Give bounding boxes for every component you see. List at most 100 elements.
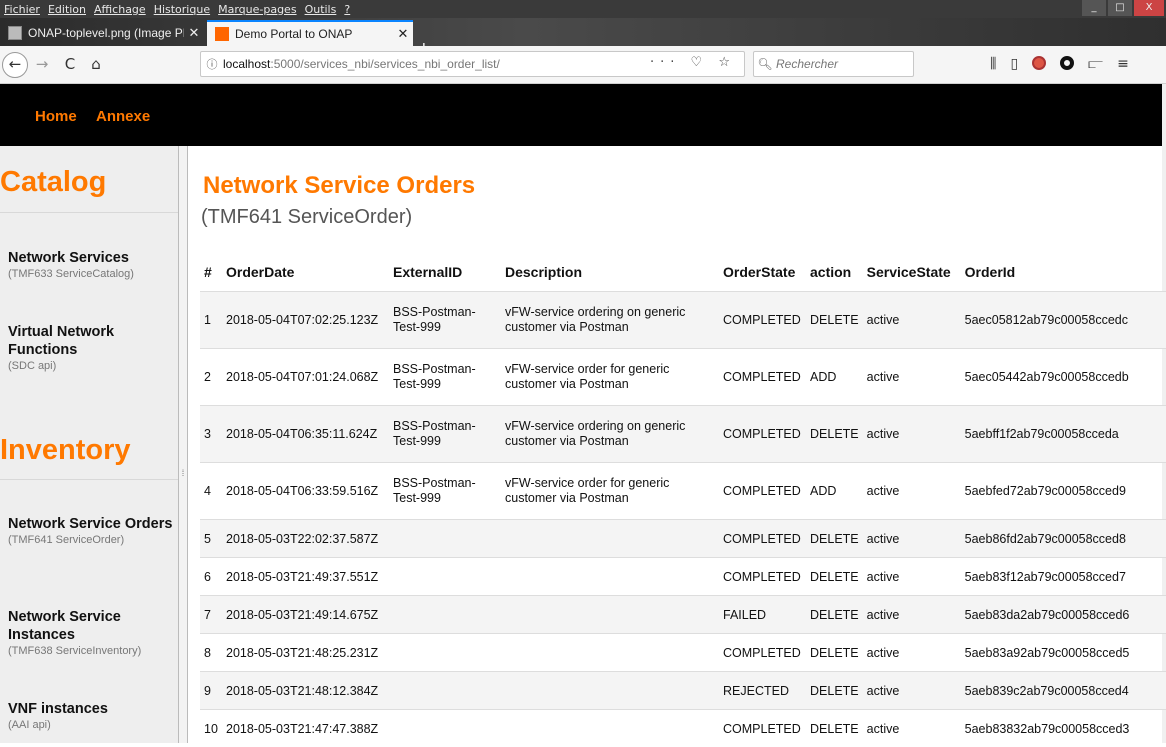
service-state-cell: active <box>863 710 961 747</box>
order-action-cell: ADD <box>806 463 863 520</box>
annexe-link[interactable]: Annexe <box>96 108 150 125</box>
menu-marque-pages[interactable]: Marque-pages <box>214 3 300 16</box>
description-cell <box>501 672 719 710</box>
order-id-cell: 5aeb83a92ab79c00058cced5 <box>961 634 1166 672</box>
service-state-cell: active <box>863 558 961 596</box>
row-number-cell: 3 <box>200 406 222 463</box>
menu-historique[interactable]: Historique <box>150 3 214 16</box>
page-actions-icons[interactable]: ··· ♡ ☆ <box>650 55 736 70</box>
table-row: 32018-05-04T06:35:11.624ZBSS-Postman-Tes… <box>200 406 1166 463</box>
navigation-bar: ← → C ⌂ ⓘ localhost:5000/services_nbi/se… <box>0 46 1166 84</box>
order-state-cell: FAILED <box>719 596 806 634</box>
table-row: 62018-05-03T21:49:37.551ZCOMPLETEDDELETE… <box>200 558 1166 596</box>
row-number-cell: 9 <box>200 672 222 710</box>
back-button[interactable]: ← <box>2 52 28 78</box>
reader-icon[interactable]: ⫍ <box>1088 56 1103 72</box>
minimize-button[interactable]: _ <box>1082 0 1106 16</box>
sidebar-splitter[interactable]: ⁞ <box>178 146 188 743</box>
order-date-cell: 2018-05-03T22:02:37.587Z <box>222 520 389 558</box>
menu-affichage[interactable]: Affichage <box>90 3 150 16</box>
menu-help[interactable]: ? <box>340 3 354 16</box>
order-state-cell: REJECTED <box>719 672 806 710</box>
service-state-cell: active <box>863 634 961 672</box>
divider <box>0 479 178 480</box>
forward-button[interactable]: → <box>32 52 52 76</box>
page-header: Home Annexe <box>0 84 1166 146</box>
order-id-cell: 5aeb86fd2ab79c00058cced8 <box>961 520 1166 558</box>
description-cell <box>501 634 719 672</box>
order-date-cell: 2018-05-03T21:49:37.551Z <box>222 558 389 596</box>
table-row: 102018-05-03T21:47:47.388ZCOMPLETEDDELET… <box>200 710 1166 747</box>
table-row: 72018-05-03T21:49:14.675ZFAILEDDELETEact… <box>200 596 1166 634</box>
tab-close-icon[interactable]: ✕ <box>393 26 413 42</box>
sidebar-item-title: Network Service Orders <box>8 515 173 533</box>
description-cell: vFW-service ordering on generic customer… <box>501 292 719 349</box>
url-bar[interactable]: ⓘ localhost:5000/services_nbi/services_n… <box>200 51 745 77</box>
order-id-cell: 5aec05812ab79c00058ccedc <box>961 292 1166 349</box>
catalog-heading: Catalog <box>0 166 106 199</box>
order-id-cell: 5aebfed72ab79c00058cced9 <box>961 463 1166 520</box>
column-header: OrderDate <box>222 253 389 292</box>
order-id-cell: 5aebff1f2ab79c00058cceda <box>961 406 1166 463</box>
external-id-cell <box>389 634 501 672</box>
description-cell: vFW-service order for generic customer v… <box>501 463 719 520</box>
sidebar-item-network-service-orders[interactable]: Network Service Orders (TMF641 ServiceOr… <box>8 515 173 548</box>
column-header: OrderId <box>961 253 1166 292</box>
sidebar-item-network-service-instances[interactable]: Network Service Instances (TMF638 Servic… <box>8 608 173 659</box>
url-host: localhost <box>223 57 270 71</box>
order-date-cell: 2018-05-04T07:02:25.123Z <box>222 292 389 349</box>
order-action-cell: DELETE <box>806 710 863 747</box>
home-link[interactable]: Home <box>35 108 77 125</box>
description-cell <box>501 520 719 558</box>
drag-handle-icon[interactable]: ⁞ <box>179 468 187 478</box>
order-id-cell: 5aeb83832ab79c00058cced3 <box>961 710 1166 747</box>
sidebar-item-network-services[interactable]: Network Services (TMF633 ServiceCatalog) <box>8 249 173 282</box>
maximize-button[interactable]: □ <box>1108 0 1132 16</box>
library-icon[interactable]: ⫼ <box>990 56 996 72</box>
row-number-cell: 5 <box>200 520 222 558</box>
order-action-cell: DELETE <box>806 292 863 349</box>
description-cell <box>501 558 719 596</box>
table-row: 22018-05-04T07:01:24.068ZBSS-Postman-Tes… <box>200 349 1166 406</box>
column-header: ServiceState <box>863 253 961 292</box>
order-state-cell: COMPLETED <box>719 463 806 520</box>
close-window-button[interactable]: X <box>1134 0 1164 16</box>
external-id-cell <box>389 558 501 596</box>
order-date-cell: 2018-05-03T21:48:25.231Z <box>222 634 389 672</box>
order-date-cell: 2018-05-04T06:35:11.624Z <box>222 406 389 463</box>
ublock-icon[interactable] <box>1032 56 1046 70</box>
tab-demo-portal[interactable]: Demo Portal to ONAP ✕ <box>207 20 413 46</box>
menu-outils[interactable]: Outils <box>301 3 341 16</box>
menu-edition[interactable]: Edition <box>44 3 90 16</box>
extension-icon[interactable] <box>1060 56 1074 70</box>
service-state-cell: active <box>863 292 961 349</box>
info-icon[interactable]: ⓘ <box>201 56 223 72</box>
table-header-row: # OrderDate ExternalID Description Order… <box>200 253 1166 292</box>
service-state-cell: active <box>863 463 961 520</box>
sidebar-item-vnf-instances[interactable]: VNF instances (AAI api) <box>8 700 173 733</box>
reload-button[interactable]: C <box>60 52 80 76</box>
page-subtitle: (TMF641 ServiceOrder) <box>201 206 412 229</box>
sidebar-icon[interactable]: ▯ <box>1010 56 1018 72</box>
column-header: OrderState <box>719 253 806 292</box>
column-header: ExternalID <box>389 253 501 292</box>
service-state-cell: active <box>863 406 961 463</box>
column-header: Description <box>501 253 719 292</box>
tab-close-icon[interactable]: ✕ <box>184 25 204 41</box>
external-id-cell: BSS-Postman-Test-999 <box>389 292 501 349</box>
home-button[interactable]: ⌂ <box>86 52 106 76</box>
row-number-cell: 8 <box>200 634 222 672</box>
hamburger-menu-icon[interactable]: ≡ <box>1117 56 1129 72</box>
external-id-cell: BSS-Postman-Test-999 <box>389 406 501 463</box>
sidebar-item-virtual-network-functions[interactable]: Virtual Network Functions (SDC api) <box>8 323 173 374</box>
menu-fichier[interactable]: Fichier <box>0 3 44 16</box>
sidebar-item-title: Network Services <box>8 249 173 267</box>
order-id-cell: 5aec05442ab79c00058ccedb <box>961 349 1166 406</box>
search-input[interactable]: 🔍︎ Rechercher <box>753 51 914 77</box>
inventory-heading: Inventory <box>0 434 131 467</box>
tab-image[interactable]: ONAP-toplevel.png (Image PN ✕ <box>0 20 204 46</box>
table-row: 92018-05-03T21:48:12.384ZREJECTEDDELETEa… <box>200 672 1166 710</box>
row-number-cell: 4 <box>200 463 222 520</box>
page-title: Network Service Orders <box>203 172 475 200</box>
order-action-cell: DELETE <box>806 520 863 558</box>
